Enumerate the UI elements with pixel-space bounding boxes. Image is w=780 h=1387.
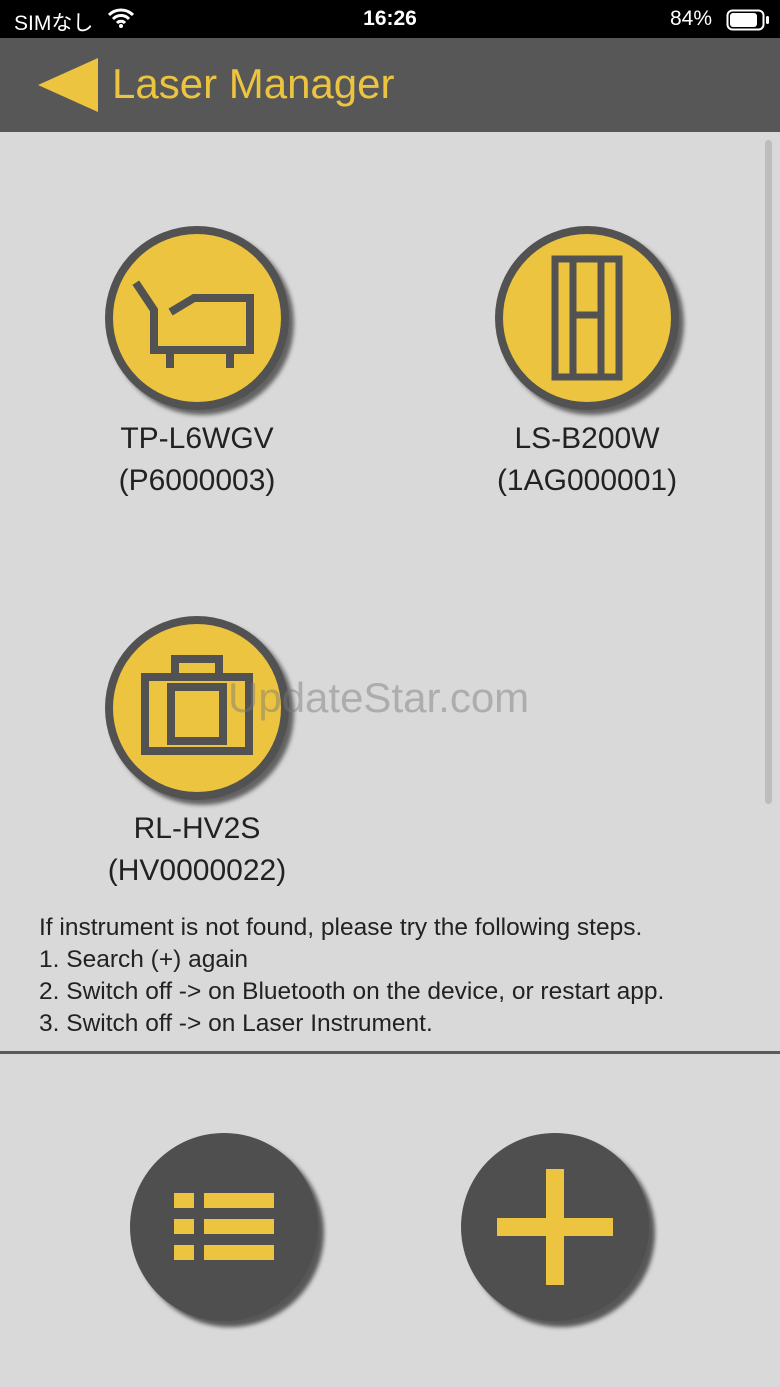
add-device-button[interactable] [461,1133,649,1321]
battery-icon [726,9,770,37]
device-item-tp-l6wgv[interactable]: TP-L6WGV (P6000003) [77,226,317,502]
page-title: Laser Manager [112,60,395,107]
rotating-laser-icon [105,616,289,800]
instruction-line: 3. Switch off -> on Laser Instrument. [39,1010,433,1037]
divider [0,1051,780,1054]
scrollbar[interactable] [765,140,772,804]
device-serial: (HV0000022) [107,854,287,887]
device-model: TP-L6WGV [120,422,274,455]
instruction-line: 1. Search (+) again [39,946,249,973]
list-icon [174,1193,274,1260]
device-model: LS-B200W [514,422,660,455]
device-serial: (P6000003) [118,464,276,497]
back-arrow-icon [38,58,98,112]
nav-bar: Laser Manager [0,38,780,132]
device-item-ls-b200w[interactable]: LS-B200W (1AG000001) [467,226,707,502]
device-serial: (1AG000001) [496,464,678,497]
plus-icon [497,1169,613,1285]
list-button[interactable] [130,1133,318,1321]
back-button[interactable] [38,58,102,112]
device-item-rl-hv2s[interactable]: RL-HV2S (HV0000022) [77,616,317,892]
help-instructions: If instrument is not found, please try t… [39,912,664,1040]
instruction-line: 2. Switch off -> on Bluetooth on the dev… [39,978,665,1005]
line-laser-icon [495,226,679,410]
device-model: RL-HV2S [133,812,261,845]
clock: 16:26 [363,7,417,30]
instruction-line: If instrument is not found, please try t… [39,914,643,941]
battery-percent: 84% [670,7,713,30]
pipe-laser-icon [105,226,289,410]
status-bar: SIMなし 16:26 84% [0,0,780,38]
